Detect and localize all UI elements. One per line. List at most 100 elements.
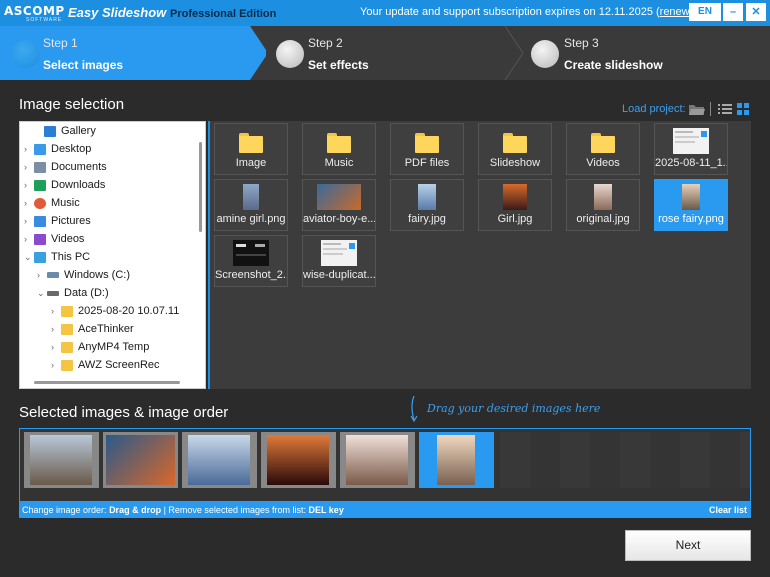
close-button[interactable]: ✕ bbox=[746, 3, 766, 21]
file-tile-image[interactable]: Screenshot_2... bbox=[214, 235, 288, 287]
expand-arrow-icon[interactable]: › bbox=[51, 306, 61, 316]
expand-arrow-icon[interactable]: › bbox=[51, 324, 61, 334]
image-thumbnail bbox=[188, 435, 250, 485]
tree-item-folder[interactable]: › AceThinker bbox=[51, 320, 134, 338]
expand-arrow-icon[interactable]: › bbox=[51, 360, 61, 370]
tree-item-label: AWZ ScreenRec bbox=[78, 359, 160, 371]
selected-image[interactable] bbox=[103, 432, 178, 488]
image-thumbnail bbox=[30, 435, 92, 485]
image-thumbnail bbox=[267, 435, 329, 485]
language-button[interactable]: EN bbox=[689, 3, 721, 21]
step-2-circle bbox=[276, 40, 304, 68]
tree-item-folder[interactable]: › 2025-08-20 10.07.11 bbox=[51, 302, 179, 320]
file-label: wise-duplicat... bbox=[303, 269, 375, 281]
collapse-arrow-icon[interactable]: ⌄ bbox=[24, 252, 34, 263]
tree-item-label: Music bbox=[51, 197, 80, 209]
expand-arrow-icon[interactable]: › bbox=[24, 162, 34, 172]
screenshot-thumbnail bbox=[673, 128, 709, 154]
tree-item-folder[interactable]: › AWZ ScreenRec bbox=[51, 356, 160, 374]
step-2-name: Set effects bbox=[308, 58, 369, 72]
tree-horizontal-scrollbar[interactable] bbox=[34, 381, 180, 384]
file-grid[interactable]: Image Music PDF files Slideshow Videos 2… bbox=[208, 121, 751, 389]
tree-item-pictures[interactable]: › Pictures bbox=[24, 212, 91, 230]
expand-arrow-icon[interactable]: › bbox=[24, 198, 34, 208]
selected-images-title: Selected images & image order bbox=[19, 404, 229, 421]
file-tile-image[interactable]: wise-duplicat... bbox=[302, 235, 376, 287]
selected-image-current[interactable] bbox=[419, 432, 494, 488]
collapse-arrow-icon[interactable]: ⌄ bbox=[37, 288, 47, 299]
tree-item-this-pc[interactable]: ⌄ This PC bbox=[24, 248, 90, 266]
file-label: Videos bbox=[586, 157, 620, 169]
expand-arrow-icon[interactable]: › bbox=[51, 342, 61, 352]
drag-hint: Drag your desired images here bbox=[427, 402, 601, 415]
tree-item-label: Downloads bbox=[51, 179, 106, 191]
tree-item-downloads[interactable]: › Downloads bbox=[24, 176, 105, 194]
file-label: original.jpg bbox=[576, 213, 630, 225]
file-tile-image[interactable]: Girl.jpg bbox=[478, 179, 552, 231]
minimize-button[interactable]: – bbox=[723, 3, 743, 21]
grid-view-icon[interactable] bbox=[737, 103, 749, 115]
file-label: Girl.jpg bbox=[497, 213, 533, 225]
tree-item-videos[interactable]: › Videos bbox=[24, 230, 84, 248]
selected-image[interactable] bbox=[340, 432, 415, 488]
folder-icon bbox=[503, 133, 527, 153]
selected-image[interactable] bbox=[261, 432, 336, 488]
expand-arrow-icon[interactable]: › bbox=[37, 270, 47, 280]
tree-item-gallery[interactable]: Gallery bbox=[34, 122, 96, 140]
app-edition: Professional Edition bbox=[170, 8, 277, 20]
expand-arrow-icon[interactable]: › bbox=[24, 180, 34, 190]
folder-tree[interactable]: Gallery › Desktop › Documents › Download… bbox=[19, 121, 206, 389]
folder-icon bbox=[61, 305, 73, 317]
selected-images-strip[interactable] bbox=[19, 428, 751, 502]
image-thumbnail bbox=[106, 435, 175, 485]
step-3[interactable]: Step 3 Create slideshow bbox=[520, 26, 770, 80]
toolbar-separator bbox=[710, 102, 711, 116]
folder-icon bbox=[415, 133, 439, 153]
tree-item-label: AceThinker bbox=[78, 323, 134, 335]
file-tile-image[interactable]: amine girl.png bbox=[214, 179, 288, 231]
expand-arrow-icon[interactable]: › bbox=[24, 144, 34, 154]
tree-item-label: Data (D:) bbox=[64, 287, 109, 299]
file-tile-image[interactable]: aviator-boy-e... bbox=[302, 179, 376, 231]
app-logo: ASCOMP SOFTWARE bbox=[4, 4, 64, 23]
list-view-icon[interactable] bbox=[718, 103, 732, 115]
image-thumbnail bbox=[594, 184, 612, 210]
step-2[interactable]: Step 2 Set effects bbox=[266, 26, 506, 80]
next-button[interactable]: Next bbox=[625, 530, 751, 561]
tree-vertical-scrollbar[interactable] bbox=[199, 142, 202, 232]
file-tile-image[interactable]: original.jpg bbox=[566, 179, 640, 231]
file-tile-image[interactable]: fairy.jpg bbox=[390, 179, 464, 231]
clear-list-link[interactable]: Clear list bbox=[709, 502, 747, 518]
file-tile-folder[interactable]: Image bbox=[214, 123, 288, 175]
file-tile-image-selected[interactable]: rose fairy.png bbox=[654, 179, 728, 231]
selected-image[interactable] bbox=[24, 432, 99, 488]
downloads-icon bbox=[34, 179, 46, 191]
tree-item-desktop[interactable]: › Desktop bbox=[24, 140, 91, 158]
expand-arrow-icon[interactable]: › bbox=[24, 234, 34, 244]
folder-open-icon[interactable] bbox=[688, 102, 706, 116]
tree-item-windows-c[interactable]: › Windows (C:) bbox=[37, 266, 130, 284]
step-1[interactable]: Step 1 Select images bbox=[0, 26, 266, 80]
folder-icon bbox=[61, 359, 73, 371]
tree-item-documents[interactable]: › Documents bbox=[24, 158, 107, 176]
file-tile-folder[interactable]: Slideshow bbox=[478, 123, 552, 175]
step-1-name: Select images bbox=[43, 58, 124, 72]
selection-info-bar: Change image order: Drag & drop | Remove… bbox=[19, 502, 751, 518]
tree-item-data-d[interactable]: ⌄ Data (D:) bbox=[37, 284, 109, 302]
tree-item-folder[interactable]: › AnyMP4 Temp bbox=[51, 338, 149, 356]
image-thumbnail bbox=[682, 184, 700, 210]
expand-arrow-icon[interactable]: › bbox=[24, 216, 34, 226]
file-tile-folder[interactable]: Videos bbox=[566, 123, 640, 175]
music-icon bbox=[34, 197, 46, 209]
tree-item-music[interactable]: › Music bbox=[24, 194, 80, 212]
gallery-icon bbox=[44, 125, 56, 137]
folder-icon bbox=[591, 133, 615, 153]
file-tile-image[interactable]: 2025-08-11_1... bbox=[654, 123, 728, 175]
file-tile-folder[interactable]: Music bbox=[302, 123, 376, 175]
step-2-number: Step 2 bbox=[308, 36, 343, 50]
file-label: amine girl.png bbox=[216, 213, 286, 225]
tree-item-label: Documents bbox=[51, 161, 107, 173]
selected-image[interactable] bbox=[182, 432, 257, 488]
file-tile-folder[interactable]: PDF files bbox=[390, 123, 464, 175]
tree-item-label: Gallery bbox=[61, 125, 96, 137]
